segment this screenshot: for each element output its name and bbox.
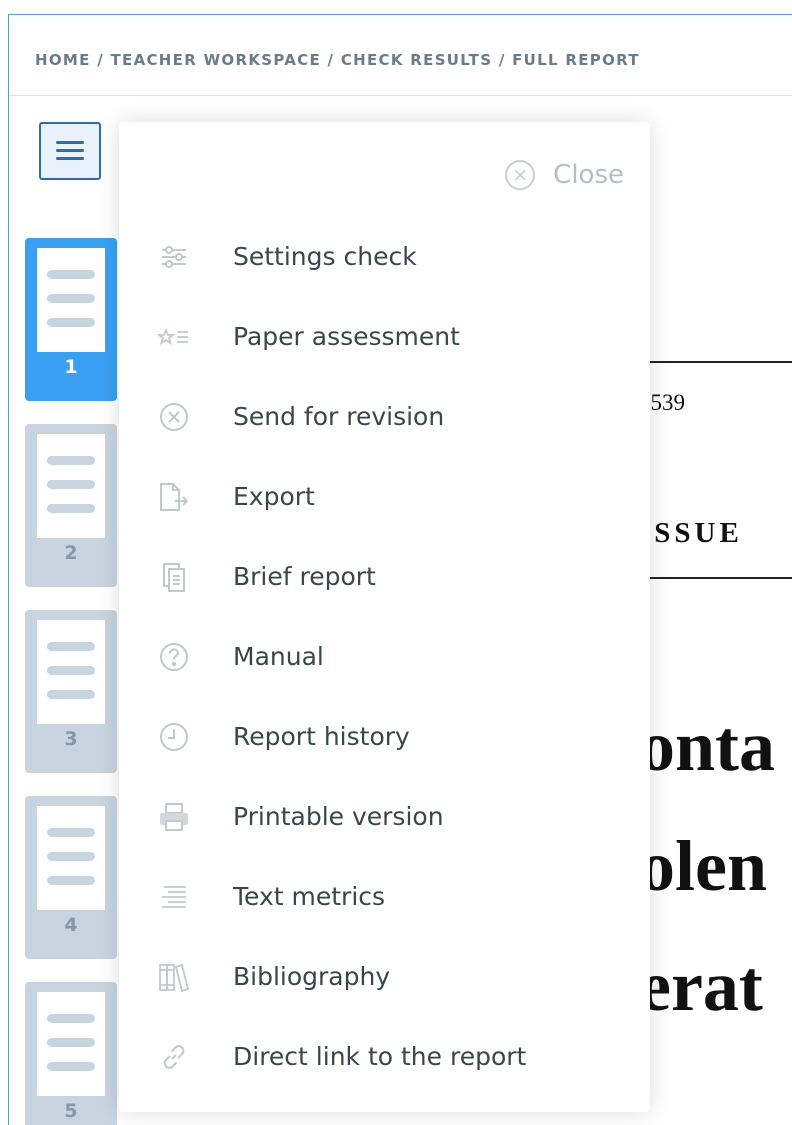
menu-item-label: Brief report [233,562,376,591]
menu-item-label: Paper assessment [233,322,460,351]
menu-item-label: Direct link to the report [233,1042,527,1071]
page-thumbnail-line [47,480,95,489]
document-heading-line-3: erat [639,946,763,1026]
page-thumbnail-line [47,1038,95,1047]
page-thumbnail-line [47,1014,95,1023]
close-button[interactable]: × Close [505,158,624,192]
page-number: 3 [64,728,78,750]
page-thumbnail[interactable]: 4 [25,796,117,959]
page-thumbnail-line [47,1062,95,1071]
menu-item-label: Text metrics [233,882,386,911]
clock-icon [157,720,191,754]
menu-item-label: Report history [233,722,410,751]
document-rule-top [629,361,792,363]
document-heading-line-1: onta [639,706,776,786]
menu-item-settings-check[interactable]: Settings check [119,222,650,292]
page-thumbnail[interactable]: 5 [25,982,117,1125]
page-thumbnail-line [47,666,95,675]
breadcrumb: HOME / TEACHER WORKSPACE / CHECK RESULTS… [9,15,792,96]
page-thumbnail-paper [37,620,105,724]
menu-item-label: Settings check [233,242,417,271]
hamburger-icon [56,157,84,160]
menu-item-label: Manual [233,642,324,671]
circle-x-icon [157,400,191,434]
page-thumbnail-paper [37,992,105,1096]
page-thumbnail-line [47,270,95,279]
page-thumbnail[interactable]: 2 [25,424,117,587]
menu-toggle-button[interactable] [39,122,101,180]
link-icon [157,1040,191,1074]
breadcrumb-text[interactable]: HOME / TEACHER WORKSPACE / CHECK RESULTS… [35,51,640,69]
hamburger-icon [56,149,84,152]
text-lines-icon [157,880,191,914]
file-export-icon [157,480,191,514]
star-list-icon [157,320,191,354]
printer-icon [157,800,191,834]
books-icon [157,960,191,994]
menu-item-brief-report[interactable]: Brief report [119,542,650,612]
menu-item-send-for-revision[interactable]: Send for revision [119,382,650,452]
document-rule-bottom [629,577,792,579]
page-thumbnail[interactable]: 3 [25,610,117,773]
page-thumbnail-paper [37,806,105,910]
menu-item-printable-version[interactable]: Printable version [119,782,650,852]
close-label: Close [553,160,624,190]
document-fragment-issue: ISSUE [639,517,743,549]
menu-item-report-history[interactable]: Report history [119,702,650,772]
page-thumbnail-line [47,828,95,837]
close-icon: × [505,160,536,190]
sliders-icon [157,240,191,274]
page-thumbnail-line [47,690,95,699]
document-copy-icon [157,560,191,594]
page-number: 2 [64,542,78,564]
page-thumbnail-line [47,504,95,513]
menu-item-direct-link[interactable]: Direct link to the report [119,1022,650,1092]
menu-item-paper-assessment[interactable]: Paper assessment [119,302,650,372]
menu-item-label: Send for revision [233,402,445,431]
question-circle-icon [157,640,191,674]
page-thumbnail-paper [37,434,105,538]
page-thumbnail[interactable]: 1 [25,238,117,401]
menu-item-export[interactable]: Export [119,462,650,532]
page-thumbnail-line [47,876,95,885]
document-heading-line-2: olen [639,826,768,906]
menu-item-manual[interactable]: Manual [119,622,650,692]
page-thumbnail-paper [37,248,105,352]
menu-item-label: Export [233,482,315,511]
app-frame: HOME / TEACHER WORKSPACE / CHECK RESULTS… [8,14,792,1125]
report-menu: × Close Settings check Paper assessment [119,122,650,1112]
menu-item-label: Bibliography [233,962,391,991]
page-number: 5 [64,1100,78,1122]
menu-item-bibliography[interactable]: Bibliography [119,942,650,1012]
page-number: 4 [64,914,78,936]
page-thumbnail-line [47,318,95,327]
page-thumbnail-line [47,852,95,861]
hamburger-icon [56,141,84,144]
page-thumbnail-line [47,642,95,651]
menu-item-label: Printable version [233,802,444,831]
menu-item-text-metrics[interactable]: Text metrics [119,862,650,932]
page-thumbnail-line [47,294,95,303]
page-thumbnail-line [47,456,95,465]
page-number: 1 [64,356,78,378]
